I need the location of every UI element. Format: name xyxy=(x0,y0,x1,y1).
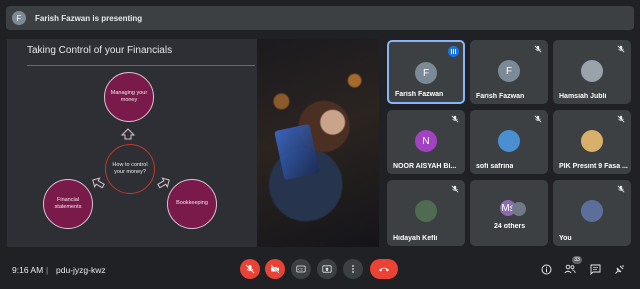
leave-call-button[interactable] xyxy=(370,259,398,279)
slide-title: Taking Control of your Financials xyxy=(27,45,173,56)
participant-tile[interactable]: Hamsiah Jubli xyxy=(553,40,631,104)
activities-button[interactable] xyxy=(611,261,627,277)
participant-avatar: F xyxy=(415,62,437,84)
participant-avatar: N xyxy=(415,130,437,152)
mic-muted-icon xyxy=(617,185,625,195)
arrow-left-icon xyxy=(92,177,105,189)
mic-muted-icon xyxy=(534,115,542,125)
arrow-up-icon xyxy=(121,128,135,140)
participant-tile[interactable]: PIK Presint 9 Fasa ... xyxy=(553,110,631,174)
call-end-icon xyxy=(379,267,389,272)
participant-avatar xyxy=(512,202,526,216)
participant-avatar xyxy=(415,200,437,222)
present-now-button[interactable] xyxy=(317,259,337,279)
participant-tile[interactable]: sofi safrina xyxy=(470,110,548,174)
presenter-avatar: F xyxy=(12,11,26,25)
participant-name: Hidayah Kefli xyxy=(393,235,438,242)
participant-name: Farish Fazwan xyxy=(395,91,444,98)
meeting-details-button[interactable] xyxy=(538,261,554,277)
participant-tile[interactable]: F Farish Fazwan xyxy=(387,40,465,104)
mic-muted-icon xyxy=(451,115,459,125)
meeting-code: pdu-jyzg-kwz xyxy=(56,265,106,275)
clock: 9:16 AM xyxy=(12,265,44,275)
speaking-indicator-icon xyxy=(448,46,459,57)
svg-text:CC: CC xyxy=(298,268,304,272)
slide-circle-left-text: Financial statements xyxy=(54,196,82,210)
participants-button[interactable] xyxy=(562,261,578,277)
mic-off-icon xyxy=(245,264,255,274)
slide-circle-right-text: Bookkeeping xyxy=(176,200,208,207)
participant-avatar xyxy=(581,60,603,82)
info-icon xyxy=(541,264,551,274)
participant-name: Farish Fazwan xyxy=(476,93,525,100)
mic-muted-icon xyxy=(451,185,459,195)
participant-tile[interactable]: F Farish Fazwan xyxy=(470,40,548,104)
presenting-banner: F Farish Fazwan is presenting xyxy=(6,6,634,30)
more-vert-icon xyxy=(352,265,354,273)
mic-off-button[interactable] xyxy=(240,259,260,279)
participant-name: sofi safrina xyxy=(476,163,514,170)
camera-off-button[interactable] xyxy=(265,259,285,279)
participant-name: NOOR AISYAH BI... xyxy=(393,163,457,170)
mic-muted-icon xyxy=(534,45,542,55)
slide-circle-right: Bookkeeping xyxy=(167,179,217,229)
slide-circle-center-text: How to control your money? xyxy=(112,161,148,175)
participant-tile[interactable]: Hidayah Kefli xyxy=(387,180,465,246)
slide-photo xyxy=(257,39,379,247)
camera-off-icon xyxy=(270,264,280,274)
mic-muted-icon xyxy=(617,45,625,55)
participant-avatar xyxy=(581,200,603,222)
chat-icon xyxy=(590,264,600,275)
presenting-text: Farish Fazwan is presenting xyxy=(35,13,143,23)
presentation-stage: Taking Control of your Financials Managi… xyxy=(7,39,379,247)
slide-circle-top: Managing your money xyxy=(104,72,154,122)
participant-avatar: F xyxy=(498,60,520,82)
slide-circle-center: How to control your money? xyxy=(105,144,155,194)
participant-name: 24 others xyxy=(494,223,526,230)
bottom-bar: 9:16 AM | pdu-jyzg-kwz CC 33 xyxy=(0,252,640,289)
present-icon xyxy=(322,265,332,273)
participant-name: PIK Presint 9 Fasa ... xyxy=(559,163,628,170)
slide-circle-top-text: Managing your money xyxy=(110,89,148,103)
people-icon xyxy=(564,264,576,274)
participant-tile[interactable]: Ms 24 others xyxy=(470,180,548,246)
participant-tile[interactable]: N NOOR AISYAH BI... xyxy=(387,110,465,174)
slide: Taking Control of your Financials Managi… xyxy=(7,39,257,247)
captions-button[interactable]: CC xyxy=(291,259,311,279)
arrow-right-icon xyxy=(157,177,170,189)
slide-divider xyxy=(27,65,255,66)
more-options-button[interactable] xyxy=(343,259,363,279)
chat-button[interactable] xyxy=(587,261,603,277)
participant-tile[interactable]: You xyxy=(553,180,631,246)
activities-icon xyxy=(614,264,624,274)
participant-name: Hamsiah Jubli xyxy=(559,93,607,100)
slide-circle-left: Financial statements xyxy=(43,179,93,229)
captions-icon: CC xyxy=(296,265,306,273)
participant-avatar xyxy=(581,130,603,152)
participant-avatar xyxy=(498,130,520,152)
participant-name: You xyxy=(559,235,572,242)
tablet-image xyxy=(274,123,320,181)
separator: | xyxy=(46,265,49,275)
mic-muted-icon xyxy=(617,115,625,125)
